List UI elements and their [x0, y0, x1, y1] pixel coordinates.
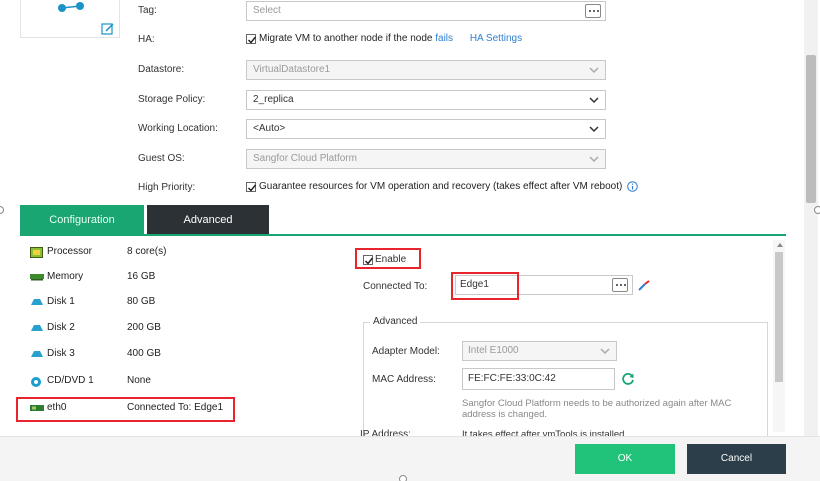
enable-highlight-box: [355, 248, 421, 269]
mac-address-label: MAC Address:: [372, 374, 436, 385]
storage-policy-value: 2_replica: [253, 94, 294, 105]
vm-node-icon: [58, 2, 84, 12]
connected-to-highlight-box: [451, 272, 519, 300]
adapter-model-select: Intel E1000: [462, 341, 617, 361]
datastore-value: VirtualDatastore1: [253, 64, 331, 75]
refresh-icon[interactable]: [621, 372, 635, 386]
adapter-model-label: Adapter Model:: [372, 346, 440, 357]
disconnect-icon[interactable]: [637, 280, 651, 292]
guest-os-value: Sangfor Cloud Platform: [253, 153, 357, 164]
tab-configuration[interactable]: Configuration: [20, 205, 144, 235]
tag-label: Tag:: [138, 5, 157, 16]
working-location-label: Working Location:: [138, 123, 218, 134]
ha-checkbox[interactable]: [246, 33, 257, 44]
adapter-model-value: Intel E1000: [468, 345, 519, 356]
connected-to-label: Connected To:: [363, 281, 428, 292]
ha-fails-link[interactable]: fails: [435, 33, 453, 44]
eth0-highlight-box: [16, 397, 235, 422]
cancel-button[interactable]: Cancel: [687, 444, 786, 474]
guest-os-label: Guest OS:: [138, 153, 185, 164]
ha-settings-link[interactable]: HA Settings: [470, 33, 522, 44]
high-priority-checkbox[interactable]: [246, 181, 257, 192]
resize-handle-right[interactable]: [814, 206, 820, 214]
high-priority-text: Guarantee resources for VM operation and…: [259, 181, 623, 192]
chevron-down-icon: [589, 97, 599, 104]
mac-address-input[interactable]: FE:FC:FE:33:0C:42: [462, 368, 615, 390]
ha-row: Migrate VM to another node if the node f…: [246, 33, 522, 44]
edit-icon[interactable]: [101, 22, 115, 36]
ok-button[interactable]: OK: [575, 444, 675, 474]
mac-note: Sangfor Cloud Platform needs to be autho…: [462, 398, 732, 420]
working-location-value: <Auto>: [253, 123, 286, 134]
tab-advanced[interactable]: Advanced: [147, 205, 269, 235]
dialog-scrollbar-thumb[interactable]: [806, 55, 816, 203]
info-icon[interactable]: [627, 181, 638, 192]
chevron-down-icon: [600, 348, 610, 355]
ha-checkbox-text: Migrate VM to another node if the node: [259, 33, 436, 44]
storage-policy-label: Storage Policy:: [138, 94, 206, 105]
chevron-down-icon: [589, 67, 599, 74]
vm-icon-box: [20, 0, 120, 38]
high-priority-row: Guarantee resources for VM operation and…: [246, 181, 638, 192]
disk-icon: [31, 325, 43, 331]
vm-edit-dialog: Tag: Select HA: Migrate VM to another no…: [0, 0, 820, 481]
mac-address-value: FE:FC:FE:33:0C:42: [468, 373, 556, 384]
ha-label: HA:: [138, 34, 155, 45]
advanced-legend: Advanced: [370, 316, 421, 327]
panel-scrollbar-thumb[interactable]: [775, 252, 783, 382]
tag-select[interactable]: Select: [246, 1, 606, 21]
storage-policy-select[interactable]: 2_replica: [246, 90, 606, 110]
scroll-up-arrow-icon[interactable]: [776, 242, 784, 248]
tag-browse-button[interactable]: [585, 4, 601, 18]
connected-to-browse-button[interactable]: [612, 278, 628, 292]
disk-icon: [31, 351, 43, 357]
memory-icon: [30, 274, 44, 281]
chevron-down-icon: [589, 126, 599, 133]
tag-placeholder: Select: [253, 5, 281, 16]
high-priority-label: High Priority:: [138, 182, 196, 193]
resize-handle-left[interactable]: [0, 206, 4, 214]
resize-handle-bottom[interactable]: [399, 475, 407, 481]
chevron-down-icon: [589, 156, 599, 163]
cd-dvd-icon: [31, 377, 41, 387]
datastore-select: VirtualDatastore1: [246, 60, 606, 80]
processor-icon: [30, 247, 43, 258]
guest-os-select: Sangfor Cloud Platform: [246, 149, 606, 169]
working-location-select[interactable]: <Auto>: [246, 119, 606, 139]
datastore-label: Datastore:: [138, 64, 185, 75]
disk-icon: [31, 299, 43, 305]
